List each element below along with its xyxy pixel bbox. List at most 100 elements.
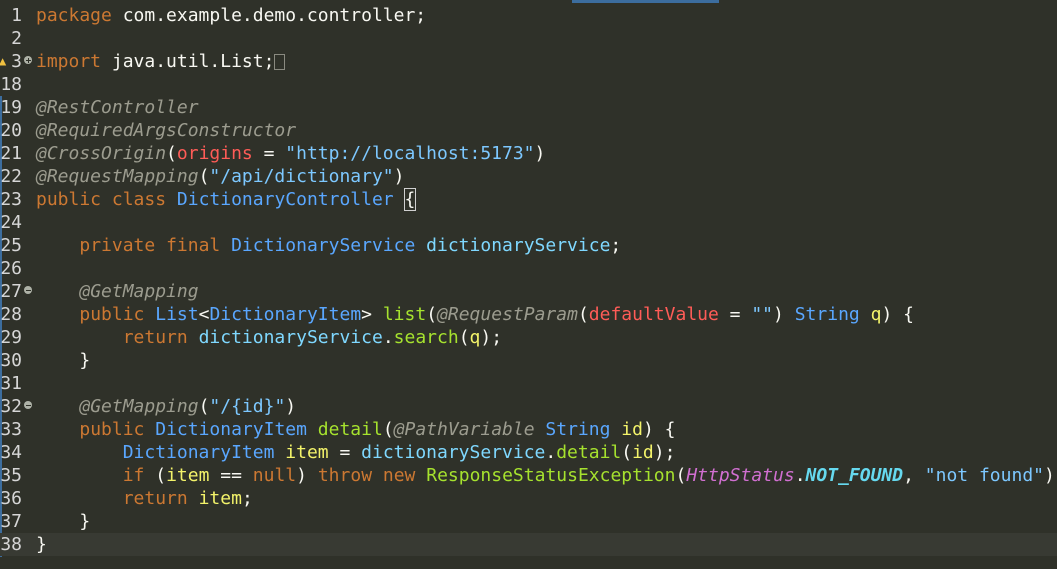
code-token: ( bbox=[426, 304, 438, 325]
collapse-fold-icon[interactable] bbox=[24, 286, 32, 294]
code-token: DictionaryController bbox=[176, 189, 394, 210]
code-line[interactable]: 27 @GetMapping bbox=[0, 280, 1057, 303]
code-text: import java.util.List; bbox=[36, 50, 286, 73]
code-line[interactable]: 25 private final DictionaryService dicti… bbox=[0, 234, 1057, 257]
code-line[interactable]: 2 bbox=[0, 27, 1057, 50]
code-line[interactable]: 19 @RestController bbox=[0, 96, 1057, 119]
code-token: "/{id}" bbox=[209, 396, 286, 417]
code-token: dictionaryService bbox=[198, 327, 383, 348]
line-number: 27 bbox=[0, 281, 22, 302]
code-line[interactable]: 34 DictionaryItem item = dictionaryServi… bbox=[0, 441, 1057, 464]
code-token: public bbox=[79, 304, 145, 325]
code-token: id bbox=[632, 442, 654, 463]
code-line[interactable]: 26 bbox=[0, 257, 1057, 280]
code-token: "not found" bbox=[924, 465, 1044, 486]
code-line[interactable]: 37 } bbox=[0, 510, 1057, 533]
code-token: } bbox=[36, 511, 91, 532]
warning-icon[interactable]: ▲ bbox=[0, 55, 6, 67]
code-token: @RequestMapping bbox=[36, 166, 199, 187]
line-number: 32 bbox=[0, 396, 22, 417]
code-line[interactable]: 32 @GetMapping("/{id}") bbox=[0, 395, 1057, 418]
code-token: ) { bbox=[881, 304, 914, 325]
code-token: ); bbox=[653, 442, 676, 463]
code-token: > bbox=[361, 304, 383, 325]
collapsed-imports-box[interactable] bbox=[274, 54, 286, 70]
code-token: q bbox=[469, 327, 481, 348]
code-token: String bbox=[794, 304, 860, 325]
code-text: public class DictionaryController { bbox=[36, 188, 417, 211]
matching-brace: { bbox=[403, 188, 417, 211]
code-token: < bbox=[198, 304, 210, 325]
code-token: ( bbox=[198, 396, 210, 417]
code-token: ); bbox=[1044, 465, 1057, 486]
code-token: @RestController bbox=[36, 97, 199, 118]
code-text: @RequestMapping("/api/dictionary") bbox=[36, 165, 404, 188]
code-token: "" bbox=[751, 304, 774, 325]
code-line[interactable]: 29 return dictionaryService.search(q); bbox=[0, 326, 1057, 349]
code-text: private final DictionaryService dictiona… bbox=[36, 234, 621, 257]
code-text: @GetMapping("/{id}") bbox=[36, 395, 296, 418]
code-token: List bbox=[155, 304, 199, 325]
code-line[interactable]: 20 @RequiredArgsConstructor bbox=[0, 119, 1057, 142]
code-line[interactable]: 31 bbox=[0, 372, 1057, 395]
code-line[interactable]: 38} bbox=[0, 533, 1057, 556]
code-line[interactable]: 33 public DictionaryItem detail(@PathVar… bbox=[0, 418, 1057, 441]
code-token: . bbox=[545, 442, 557, 463]
code-token: ( bbox=[382, 419, 394, 440]
code-token: ) { bbox=[642, 419, 676, 440]
code-token: "http://localhost:5173" bbox=[285, 143, 535, 164]
expand-fold-icon[interactable] bbox=[24, 56, 32, 64]
code-token: = bbox=[252, 143, 286, 164]
line-number: 38 bbox=[0, 534, 22, 555]
code-token: @CrossOrigin bbox=[36, 143, 167, 164]
code-token: item bbox=[285, 442, 329, 463]
code-token: DictionaryItem bbox=[209, 304, 362, 325]
code-text: return dictionaryService.search(q); bbox=[36, 326, 502, 349]
code-line[interactable]: 36 return item; bbox=[0, 487, 1057, 510]
code-line[interactable]: 18 bbox=[0, 73, 1057, 96]
code-line[interactable]: 21 @CrossOrigin(origins = "http://localho… bbox=[0, 142, 1057, 165]
code-line[interactable]: 22 @RequestMapping("/api/dictionary") bbox=[0, 165, 1057, 188]
code-line[interactable]: 3 ▲ import java.util.List; bbox=[0, 50, 1057, 73]
code-token: search bbox=[393, 327, 459, 348]
code-token: ; bbox=[610, 235, 622, 256]
code-token: HttpStatus bbox=[686, 465, 795, 486]
line-number: 36 bbox=[0, 488, 22, 509]
line-number: 30 bbox=[0, 350, 22, 371]
collapse-fold-icon[interactable] bbox=[24, 401, 32, 409]
code-token: return bbox=[122, 488, 188, 509]
code-token: null bbox=[252, 465, 297, 486]
code-line[interactable]: 30 } bbox=[0, 349, 1057, 372]
code-token: ); bbox=[480, 327, 503, 348]
code-token: throw bbox=[317, 465, 373, 486]
code-token: ( bbox=[166, 143, 177, 164]
code-line[interactable]: 24 bbox=[0, 211, 1057, 234]
code-line[interactable]: 23 public class DictionaryController { bbox=[0, 188, 1057, 211]
code-text: public DictionaryItem detail(@PathVariab… bbox=[36, 418, 675, 441]
code-line[interactable]: 1 package com.example.demo.controller; bbox=[0, 4, 1057, 27]
code-token: ( bbox=[675, 465, 687, 486]
code-token: DictionaryItem bbox=[122, 442, 275, 463]
code-token: return bbox=[122, 327, 188, 348]
code-line[interactable]: 35 if (item == null) throw new ResponseS… bbox=[0, 464, 1057, 487]
code-text: if (item == null) throw new ResponseStat… bbox=[36, 464, 1057, 487]
code-token: . bbox=[794, 465, 806, 486]
code-text: DictionaryItem item = dictionaryService.… bbox=[36, 441, 676, 464]
line-number: 31 bbox=[0, 373, 22, 394]
code-token: dictionaryService bbox=[361, 442, 546, 463]
line-number: 35 bbox=[0, 465, 22, 486]
code-line[interactable]: 28 public List<DictionaryItem> list(@Req… bbox=[0, 303, 1057, 326]
code-editor[interactable]: 1 package com.example.demo.controller; 2 3 ▲… bbox=[0, 0, 1057, 569]
editor-tab-indicator bbox=[572, 0, 719, 3]
code-token: ( bbox=[144, 465, 167, 486]
